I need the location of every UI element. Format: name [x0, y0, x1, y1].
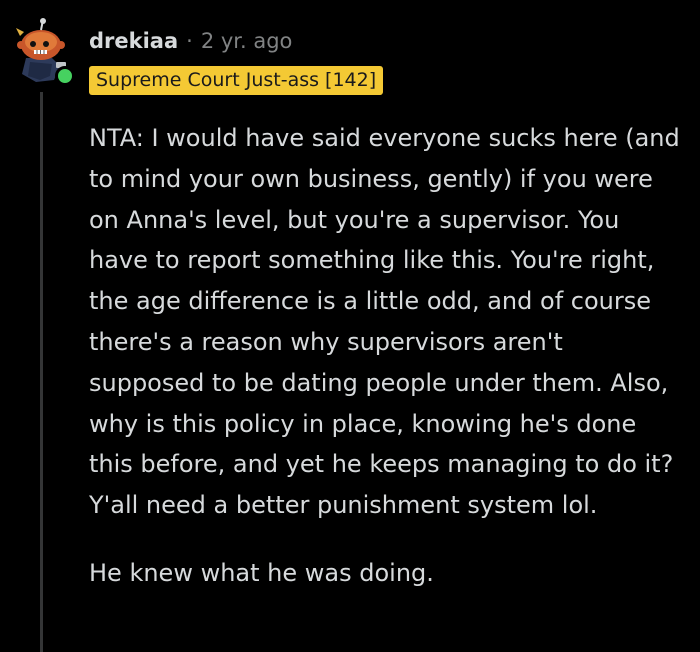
thread-line[interactable] [40, 92, 43, 652]
timestamp[interactable]: 2 yr. ago [201, 29, 293, 53]
comment-paragraph: NTA: I would have said everyone sucks he… [89, 124, 680, 520]
comment-header: drekiaa · 2 yr. ago [89, 26, 292, 56]
comment-body: NTA: I would have said everyone sucks he… [89, 118, 684, 594]
user-flair: Supreme Court Just-ass [142] [89, 66, 384, 95]
username-link[interactable]: drekiaa [89, 29, 178, 53]
meta-separator: · [186, 29, 193, 53]
online-status-icon [55, 66, 75, 86]
comment-paragraph: He knew what he was doing. [89, 558, 434, 587]
